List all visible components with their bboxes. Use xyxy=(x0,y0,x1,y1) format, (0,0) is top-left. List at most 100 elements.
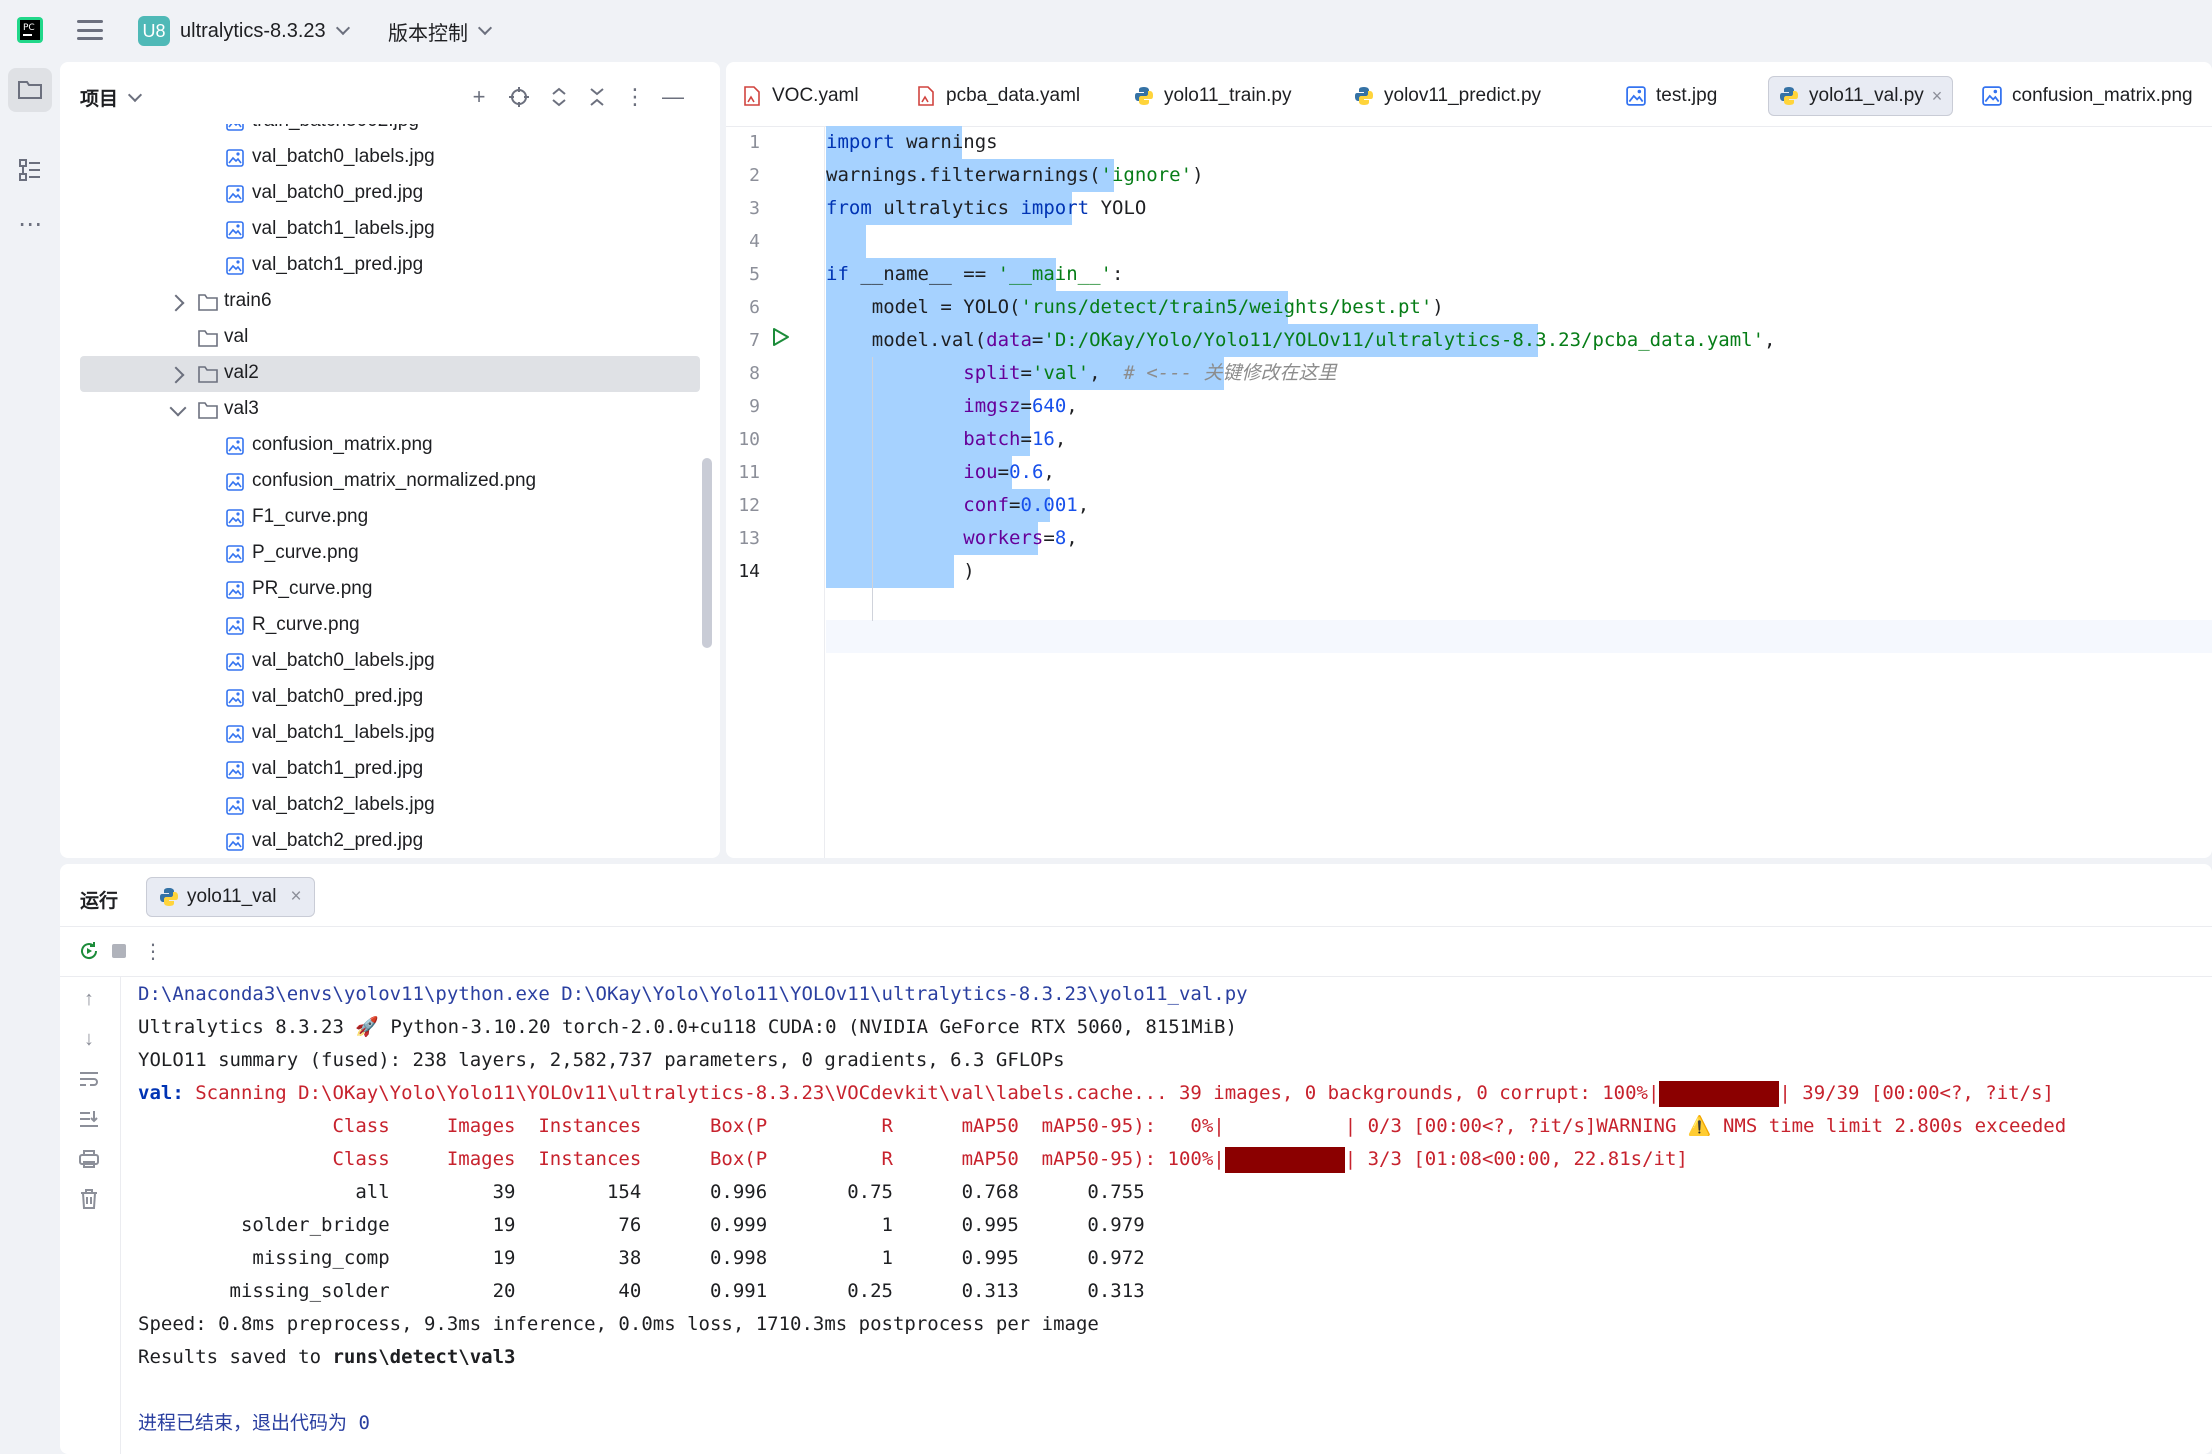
code-area[interactable]: import warnings warnings.filterwarnings('… xyxy=(826,126,2212,858)
tree-folder[interactable]: val3 xyxy=(80,392,700,428)
project-switcher[interactable]: ultralytics-8.3.23 xyxy=(180,16,350,46)
tree-file[interactable]: val_batch1_pred.jpg xyxy=(80,248,700,284)
code-token: conf xyxy=(963,494,1010,516)
tree-file[interactable]: val_batch1_labels.jpg xyxy=(80,212,700,248)
pycharm-logo-icon[interactable]: PC xyxy=(16,16,44,44)
print-icon[interactable] xyxy=(76,1146,102,1172)
expand-all-icon[interactable] xyxy=(544,82,574,112)
console-output[interactable]: D:\Anaconda3\envs\yolov11\python.exe D:\… xyxy=(138,976,2212,1454)
arrow-up-icon[interactable]: ↑ xyxy=(76,986,102,1012)
tree-folder[interactable]: val xyxy=(80,320,700,356)
editor-tab[interactable]: pcba_data.yaml xyxy=(916,76,1080,116)
tree-item-label: F1_curve.png xyxy=(252,506,369,527)
line-number: 9 xyxy=(749,396,760,417)
editor-tab[interactable]: VOC.yaml xyxy=(742,76,859,116)
editor-tab-label: yolo11_train.py xyxy=(1164,85,1292,106)
tree-file[interactable]: val_batch0_labels.jpg xyxy=(80,140,700,176)
tree-folder[interactable]: val2 xyxy=(80,356,700,392)
console-line-exit: 进程已结束，退出代码为 0 xyxy=(138,1412,370,1434)
tree-item-label: val_batch2_pred.jpg xyxy=(252,830,424,851)
trash-icon[interactable] xyxy=(76,1186,102,1212)
chevron-right-icon[interactable] xyxy=(167,366,185,384)
editor-tab[interactable]: confusion_matrix.png xyxy=(1982,76,2193,116)
code-token: 8 xyxy=(1054,527,1067,549)
tree-item-label: train_batch5002.jpg xyxy=(252,124,419,132)
folder-icon xyxy=(198,366,218,383)
close-icon[interactable]: × xyxy=(290,886,301,908)
project-badge[interactable]: U8 xyxy=(138,16,170,46)
line-number: 4 xyxy=(749,231,760,252)
project-tool-button[interactable] xyxy=(8,68,52,112)
tree-item-label: confusion_matrix.png xyxy=(252,434,433,455)
tree-item-label: val xyxy=(224,326,249,347)
tree-item-label: val_batch1_pred.jpg xyxy=(252,254,424,275)
code-token: = xyxy=(1020,428,1032,450)
console-side-toolbar: ↑ ↓ xyxy=(60,976,121,1454)
options-menu-icon[interactable]: ⋮ xyxy=(620,82,650,112)
soft-wrap-icon[interactable] xyxy=(76,1066,102,1092)
tree-file[interactable]: val_batch0_pred.jpg xyxy=(80,176,700,212)
vcs-menu[interactable]: 版本控制 xyxy=(388,16,493,46)
project-panel-title: 项目 xyxy=(80,89,119,110)
tree-item-label: val_batch1_labels.jpg xyxy=(252,722,435,743)
folder-icon xyxy=(198,330,218,347)
scan-text-end: | 39/39 [00:00<?, ?it/s] xyxy=(1779,1082,2054,1104)
editor-tab[interactable]: yolo11_train.py xyxy=(1134,76,1291,116)
tree-file[interactable]: val_batch2_pred.jpg xyxy=(80,824,700,858)
more-options-icon[interactable]: ⋮ xyxy=(140,938,166,964)
tree-file[interactable]: confusion_matrix_normalized.png xyxy=(80,464,700,500)
rerun-icon[interactable] xyxy=(76,938,102,964)
tree-scrollbar[interactable] xyxy=(702,458,712,648)
code-token: model = YOLO( xyxy=(826,296,1021,318)
tree-file[interactable]: PR_curve.png xyxy=(80,572,700,608)
tree-folder[interactable]: train6 xyxy=(80,284,700,320)
hide-panel-icon[interactable]: — xyxy=(658,82,688,112)
stop-icon[interactable] xyxy=(106,938,132,964)
tree-file[interactable]: P_curve.png xyxy=(80,536,700,572)
editor-tab[interactable]: test.jpg xyxy=(1626,76,1717,116)
editor-tab-label: yolov11_predict.py xyxy=(1384,85,1542,106)
code-token: , xyxy=(1077,494,1090,516)
structure-tool-button[interactable] xyxy=(8,148,52,192)
code-token: 'D:/OKay/Yolo/Yolo11/YOLOv11/ultralytics… xyxy=(1043,329,1765,351)
locate-file-icon[interactable] xyxy=(504,82,534,112)
collapse-all-icon[interactable] xyxy=(582,82,612,112)
tree-file[interactable]: val_batch0_pred.jpg xyxy=(80,680,700,716)
tree-file[interactable]: R_curve.png xyxy=(80,608,700,644)
tree-file[interactable]: val_batch1_labels.jpg xyxy=(80,716,700,752)
tree-file[interactable]: F1_curve.png xyxy=(80,500,700,536)
code-token: 0.001 xyxy=(1020,494,1078,516)
result-row: missing_comp 19 38 0.998 1 0.995 0.972 xyxy=(138,1247,1145,1269)
line-number: 5 xyxy=(749,264,760,285)
editor-tab[interactable]: yolov11_predict.py xyxy=(1354,76,1541,116)
add-icon[interactable]: + xyxy=(464,82,494,112)
tree-file[interactable]: val_batch0_labels.jpg xyxy=(80,644,700,680)
tree-file[interactable]: train_batch5002.jpg xyxy=(80,124,700,140)
run-gutter-icon[interactable] xyxy=(770,326,792,353)
more-tools-icon[interactable]: ⋯ xyxy=(8,202,52,246)
tree-file[interactable]: confusion_matrix.png xyxy=(80,428,700,464)
scroll-to-end-icon[interactable] xyxy=(76,1106,102,1132)
editor-tab[interactable]: yolo11_val.py × xyxy=(1768,76,1954,116)
run-panel-title: 运行 xyxy=(80,891,119,912)
chevron-right-icon[interactable] xyxy=(167,294,185,312)
close-icon[interactable]: × xyxy=(1932,86,1943,107)
code-token: = xyxy=(1043,527,1055,549)
header-2-end: | 3/3 [01:08<00:00, 22.81s/it] xyxy=(1344,1148,1688,1170)
tree-file[interactable]: val_batch1_pred.jpg xyxy=(80,752,700,788)
project-panel-title-dropdown[interactable]: 项目 xyxy=(80,84,143,111)
run-tab-yolo11-val[interactable]: yolo11_val × xyxy=(146,877,315,917)
scan-text: Scanning D:\OKay\Yolo\Yolo11\YOLOv11\ult… xyxy=(183,1082,1660,1104)
code-line: model.val(data='D:/OKay/Yolo/Yolo11/YOLO… xyxy=(826,324,1776,357)
project-tree: train_batch5002.jpg val_batch0_labels.jpg… xyxy=(60,124,720,858)
python-icon xyxy=(1135,87,1153,105)
tree-file[interactable]: val_batch2_labels.jpg xyxy=(80,788,700,824)
code-token: model.val( xyxy=(826,329,987,351)
line-number: 2 xyxy=(749,165,760,186)
chevron-down-icon[interactable] xyxy=(169,399,187,417)
code-token: , xyxy=(1054,428,1067,450)
run-panel: 运行 yolo11_val × ⋮ ↑ ↓ D:\Anaconda3\envs\… xyxy=(60,864,2212,1454)
arrow-down-icon[interactable]: ↓ xyxy=(76,1026,102,1052)
main-menu-icon[interactable] xyxy=(74,16,106,44)
